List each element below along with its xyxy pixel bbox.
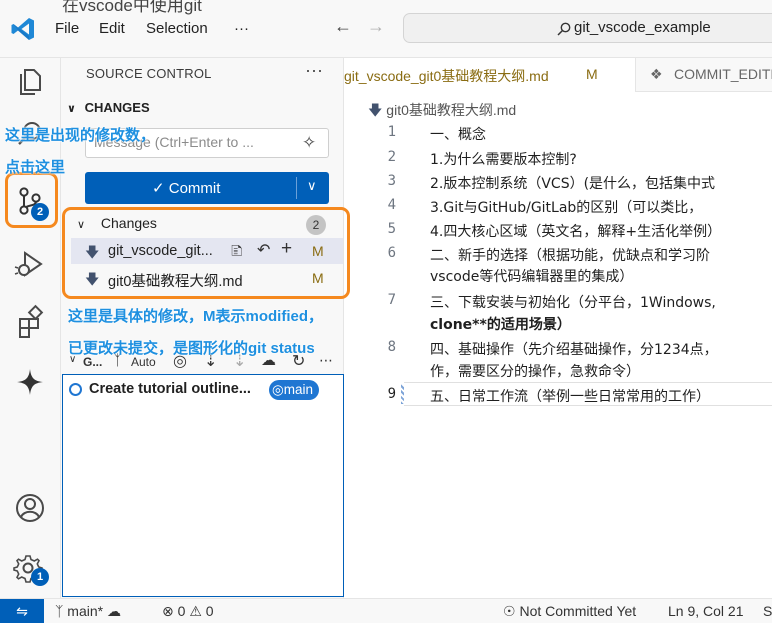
changes-section-label: CHANGES xyxy=(84,100,150,115)
code-line: 4.四大核心区域（英文名，解释+生活化举例） xyxy=(430,224,722,240)
code-line-wrap: vscode等代码编辑器里的集成） xyxy=(430,269,634,285)
sparkle-generate-icon[interactable]: ✧ xyxy=(302,133,316,153)
warning-icon: ⚠ xyxy=(189,603,202,619)
chevron-down-icon[interactable]: ∨ xyxy=(307,178,317,194)
explorer-button[interactable] xyxy=(12,62,48,98)
line-number: 3 xyxy=(387,173,396,189)
code-line: 四、基础操作（先介绍基础操作，分1234点， xyxy=(430,342,718,358)
branch-label: main* xyxy=(67,603,104,619)
commit-button-separator xyxy=(296,177,297,199)
code-line: 1.为什么需要版本控制? xyxy=(430,152,577,168)
line-number: 7 xyxy=(387,292,396,308)
branch-badge: ◎main xyxy=(269,380,320,400)
menu-selection[interactable]: Selection xyxy=(146,20,208,37)
search-icon xyxy=(557,22,571,36)
code-line: 二、新手的选择（根据功能，优缺点和学习阶 xyxy=(430,248,710,264)
line-number: 2 xyxy=(387,149,396,165)
modified-gutter-indicator xyxy=(401,384,404,404)
commit-status-label: Not Committed Yet xyxy=(519,603,637,619)
sync-cloud-icon: ☁ xyxy=(106,603,121,619)
copilot-button[interactable] xyxy=(12,364,48,400)
annotation-box-scm xyxy=(5,172,58,228)
account-icon xyxy=(16,494,44,522)
line-number: 8 xyxy=(387,339,396,355)
breadcrumb-file: git0基础教程大纲.md xyxy=(386,102,517,118)
error-icon: ⊗ xyxy=(162,603,174,619)
branch-status[interactable]: ᛉ main* ☁ xyxy=(55,603,121,620)
editor-content[interactable]: 1 一、概念 2 1.为什么需要版本控制? 3 2.版本控制系统（VCS）(是什… xyxy=(344,122,772,598)
vscode-logo-icon xyxy=(11,18,34,40)
markdown-file-icon: 🡇 xyxy=(368,102,383,118)
tab-outline-md[interactable]: git_vscode_git0基础教程大纲.md M xyxy=(344,58,636,92)
tab-commit-editmsg[interactable]: ❖ COMMIT_EDITMSG xyxy=(650,58,772,92)
line-number: 1 xyxy=(387,124,396,140)
tab-label: COMMIT_EDITMSG xyxy=(674,66,772,82)
branch-icon: ᛉ xyxy=(55,603,64,619)
annotation-changes-line1: 这里是具体的修改，M表示modified， xyxy=(68,308,323,325)
tab-label: git_vscode_git0基础教程大纲.md xyxy=(344,68,549,84)
code-line: 3.Git与GitHub/GitLab的区别（可以类比， xyxy=(430,200,703,216)
commit-label: Commit xyxy=(168,180,221,197)
commit-node-icon xyxy=(69,383,82,396)
status-bar: ⇋ ᛉ main* ☁ ⊗ 0 ⚠ 0 ☉ Not Committed Yet … xyxy=(0,598,772,623)
code-line: 五、日常工作流（举例一些日常常用的工作） xyxy=(430,389,710,405)
title-bar: 在vscode中使用git File Edit Selection ··· ← … xyxy=(0,0,772,58)
settings-badge: 1 xyxy=(31,568,49,586)
cursor-position[interactable]: Ln 9, Col 21 xyxy=(668,603,744,619)
menu-file[interactable]: File xyxy=(55,20,79,37)
overlay-title: 在vscode中使用git xyxy=(62,0,202,15)
extensions-button[interactable] xyxy=(12,304,48,340)
source-control-graph: Create tutorial outline... ◎main xyxy=(62,374,344,597)
forward-arrow-icon[interactable]: → xyxy=(367,16,385,37)
line-number: 9 xyxy=(387,386,396,402)
line-number: 6 xyxy=(387,245,396,261)
command-center-search[interactable]: git_vscode_example xyxy=(403,13,772,43)
chevron-down-icon: ∨ xyxy=(67,103,76,115)
more-icon[interactable]: ⋯ xyxy=(319,352,333,369)
manage-settings-button[interactable]: 1 xyxy=(12,550,49,586)
error-count: 0 xyxy=(177,603,186,619)
blame-status[interactable]: ☉ Not Committed Yet xyxy=(503,603,636,620)
annotation-box-changes xyxy=(62,207,350,299)
code-line: 2.版本控制系统（VCS）(是什么，包括集中式 xyxy=(430,176,716,192)
line-number: 5 xyxy=(387,221,396,237)
back-arrow-icon[interactable]: ← xyxy=(334,16,352,37)
commit-icon: ☉ xyxy=(503,603,516,619)
status-extra[interactable]: S xyxy=(763,603,772,619)
checkmark-icon: ✓ xyxy=(152,180,165,197)
annotation-scm-line1: 这里是出现的修改数， xyxy=(5,127,156,144)
breadcrumb[interactable]: 🡇 git0基础教程大纲.md xyxy=(368,100,516,124)
sidebar-title: SOURCE CONTROL xyxy=(86,66,212,81)
editor-tabs: git_vscode_git0基础教程大纲.md M ❖ COMMIT_EDIT… xyxy=(344,58,772,92)
menu-more[interactable]: ··· xyxy=(234,20,249,37)
menu-edit[interactable]: Edit xyxy=(99,20,125,37)
sidebar-more-button[interactable]: ··· xyxy=(305,60,323,81)
commit-graph-item[interactable]: Create tutorial outline... ◎main xyxy=(69,380,337,400)
annotation-scm-line2: 点击这里 xyxy=(5,159,66,176)
changes-section-header[interactable]: ∨ CHANGES xyxy=(67,100,150,115)
accounts-button[interactable] xyxy=(12,490,48,526)
tab-modified-status: M xyxy=(586,66,598,82)
commit-title: Create tutorial outline... xyxy=(89,381,251,397)
code-line: 一、概念 xyxy=(430,127,486,143)
run-debug-icon xyxy=(14,251,43,277)
line-number: 4 xyxy=(387,197,396,213)
branch-badge-label: main xyxy=(283,382,314,397)
code-line-wrap: 作，需要区分的操作，急救命令） xyxy=(430,364,640,380)
diamond-file-icon: ❖ xyxy=(650,66,663,82)
code-line: 三、下载安装与初始化（分平台，1Windows, xyxy=(430,295,716,311)
run-debug-button[interactable] xyxy=(12,246,48,282)
problems-status[interactable]: ⊗ 0 ⚠ 0 xyxy=(162,603,214,620)
files-icon xyxy=(20,69,41,95)
sparkle-star-icon xyxy=(17,369,43,395)
remote-icon: ⇋ xyxy=(16,603,28,619)
annotation-changes-line2: 已更改未提交，是图形化的git status xyxy=(68,340,315,357)
warning-count: 0 xyxy=(205,603,214,619)
remote-indicator-button[interactable]: ⇋ xyxy=(0,599,44,623)
search-text: git_vscode_example xyxy=(574,19,711,36)
target-icon: ◎ xyxy=(272,382,284,397)
code-line-wrap: clone**的适用场景） xyxy=(430,317,571,333)
extensions-icon xyxy=(19,304,44,338)
commit-button[interactable]: ✓ Commit ∨ xyxy=(85,172,329,204)
